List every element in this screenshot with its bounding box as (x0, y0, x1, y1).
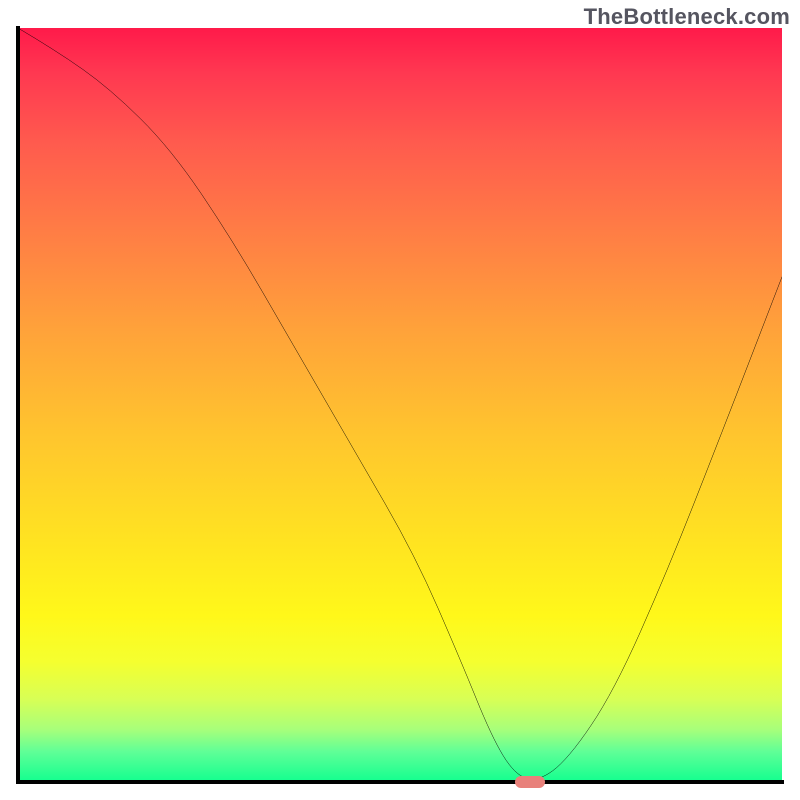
plot-area (18, 28, 782, 782)
watermark-text: TheBottleneck.com (584, 4, 790, 30)
chart-container: TheBottleneck.com (0, 0, 800, 800)
chart-line (18, 28, 782, 782)
optimal-point-marker (515, 776, 545, 788)
